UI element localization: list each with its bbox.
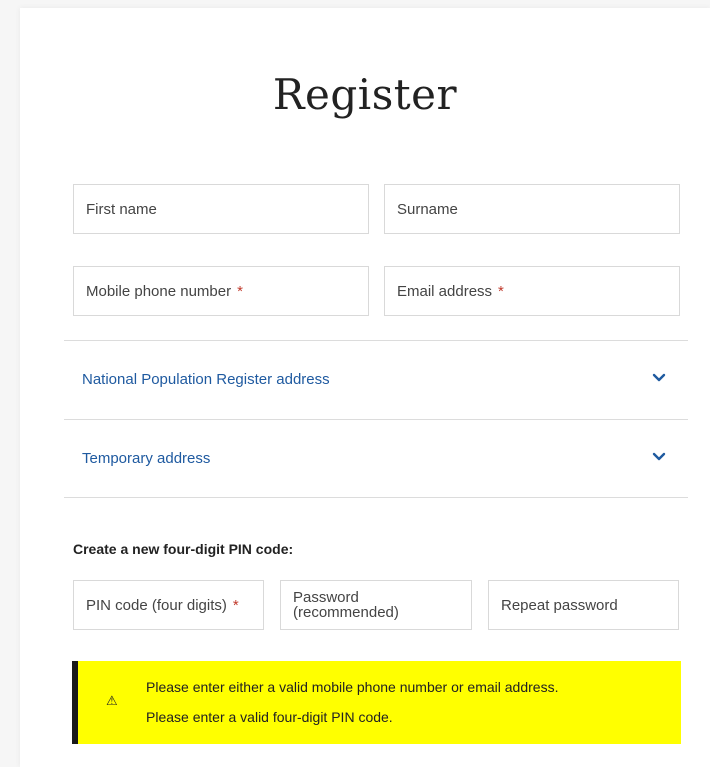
required-marker: * <box>237 282 243 300</box>
surname-placeholder: Surname <box>397 200 458 218</box>
accordion-population-register-address[interactable]: National Population Register address <box>64 341 688 417</box>
accordion-temporary-address[interactable]: Temporary address <box>64 420 688 496</box>
chevron-down-icon <box>652 373 666 382</box>
email-field[interactable]: Email address * <box>384 266 680 316</box>
page-title: Register <box>272 70 458 119</box>
mobile-phone-placeholder: Mobile phone number <box>86 282 232 300</box>
pin-heading: Create a new four-digit PIN code: <box>73 541 294 557</box>
validation-alert: ⚠ Please enter either a valid mobile pho… <box>72 661 681 744</box>
required-marker: * <box>498 282 504 300</box>
repeat-password-field[interactable]: Repeat password <box>488 580 679 630</box>
register-card: Register First name Surname Mobile phone… <box>20 8 710 767</box>
accordion-label: Temporary address <box>82 449 211 467</box>
first-name-field[interactable]: First name <box>73 184 369 234</box>
repeat-password-placeholder: Repeat password <box>501 596 618 614</box>
password-field[interactable]: Password (recommended) <box>280 580 472 630</box>
warning-icon: ⚠ <box>106 693 118 708</box>
required-marker: * <box>232 596 239 614</box>
surname-field[interactable]: Surname <box>384 184 680 234</box>
pin-code-placeholder: PIN code (four digits) <box>86 596 227 614</box>
mobile-phone-field[interactable]: Mobile phone number * <box>73 266 369 316</box>
alert-message: Please enter a valid four-digit PIN code… <box>146 709 393 725</box>
alert-message: Please enter either a valid mobile phone… <box>146 679 559 695</box>
chevron-down-icon <box>652 452 666 461</box>
divider <box>64 497 688 498</box>
first-name-placeholder: First name <box>86 200 157 218</box>
email-placeholder: Email address <box>397 282 493 300</box>
password-placeholder: Password (recommended) <box>293 590 399 620</box>
password-placeholder-line1: Password <box>293 589 359 606</box>
pin-code-field[interactable]: PIN code (four digits) * <box>73 580 264 630</box>
accordion-label: National Population Register address <box>82 370 330 388</box>
password-placeholder-line2: (recommended) <box>293 604 399 621</box>
